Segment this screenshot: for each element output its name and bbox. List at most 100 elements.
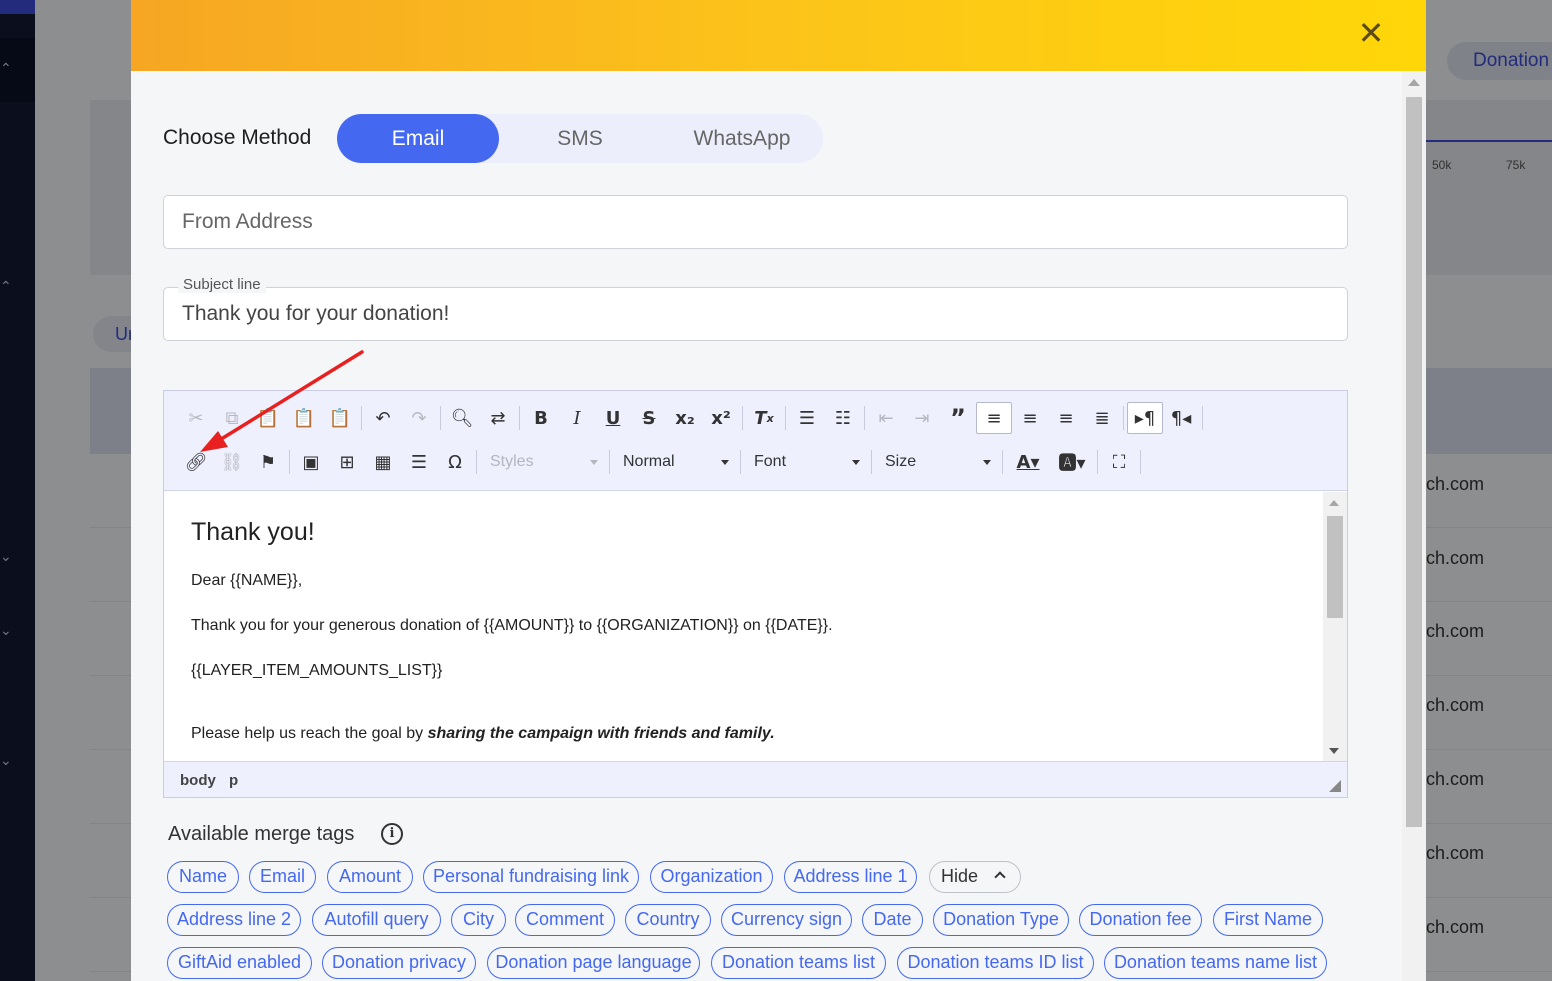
paste-icon[interactable]: 📋 — [250, 402, 286, 434]
close-icon[interactable]: ✕ — [1354, 16, 1388, 50]
merge-tag[interactable]: First Name — [1213, 904, 1323, 936]
merge-tag[interactable]: Donation privacy — [322, 947, 476, 979]
merge-tag[interactable]: Amount — [327, 861, 413, 893]
paste-text-icon[interactable]: 📋 — [286, 402, 322, 434]
ltr-icon[interactable]: ▸¶ — [1127, 402, 1163, 434]
merge-tag[interactable]: Autofill query — [312, 904, 441, 936]
resize-handle[interactable] — [1329, 780, 1341, 792]
email-help-emphasis: sharing the campaign with friends and fa… — [427, 725, 775, 742]
merge-tag[interactable]: Donation teams list — [711, 947, 886, 979]
template-icon[interactable]: ⊞ — [329, 446, 365, 478]
toolbar-separator — [740, 450, 741, 474]
undo-icon[interactable]: ↶ — [365, 402, 401, 434]
blockquote-icon[interactable]: ” — [940, 402, 976, 434]
paste-word-icon[interactable]: 📋 — [322, 402, 358, 434]
bulleted-list-icon[interactable]: ☷ — [825, 402, 861, 434]
path-body[interactable]: body — [180, 772, 216, 789]
merge-tag[interactable]: Address line 1 — [784, 861, 917, 893]
merge-tag[interactable]: City — [451, 904, 506, 936]
copy-icon[interactable]: ⧉ — [214, 402, 250, 434]
numbered-list-icon[interactable]: ☰ — [789, 402, 825, 434]
toolbar-row-1: ✂ ⧉ 📋 📋 📋 ↶ ↷ 🔍︎ ⇄ B I U S x₂ x² Tx ☰ ☷ … — [178, 402, 1206, 434]
method-whatsapp-button[interactable]: WhatsApp — [661, 114, 823, 163]
merge-tag[interactable]: Email — [249, 861, 316, 893]
redo-icon[interactable]: ↷ — [401, 402, 437, 434]
toolbar-separator — [785, 406, 786, 430]
link-icon[interactable]: 🔗︎ — [178, 446, 214, 478]
method-sms-button[interactable]: SMS — [499, 114, 661, 163]
editor-toolbar: ✂ ⧉ 📋 📋 📋 ↶ ↷ 🔍︎ ⇄ B I U S x₂ x² Tx ☰ ☷ … — [164, 391, 1347, 491]
size-dropdown-label: Size — [885, 453, 917, 470]
unlink-icon[interactable]: ⛓ — [214, 446, 250, 478]
hide-tags-button[interactable]: Hide — [929, 861, 1021, 893]
editor-document[interactable]: Thank you! Dear {{NAME}}, Thank you for … — [191, 518, 1311, 762]
scroll-up-arrow[interactable] — [1329, 500, 1339, 506]
merge-tag[interactable]: GiftAid enabled — [167, 947, 312, 979]
align-right-icon[interactable]: ≡ — [1048, 402, 1084, 434]
toolbar-separator — [864, 406, 865, 430]
superscript-icon[interactable]: x² — [703, 402, 739, 434]
align-left-icon[interactable]: ≡ — [976, 402, 1012, 434]
merge-tag[interactable]: Donation teams name list — [1104, 947, 1327, 979]
toolbar-separator — [1002, 450, 1003, 474]
scroll-up-arrow[interactable] — [1408, 79, 1420, 86]
strikethrough-icon[interactable]: S — [631, 402, 667, 434]
maximize-icon[interactable]: ⛶ — [1101, 446, 1137, 478]
decrease-indent-icon[interactable]: ⇤ — [868, 402, 904, 434]
method-toggle: Email SMS WhatsApp — [337, 114, 823, 163]
text-color-icon[interactable]: A▾ — [1006, 446, 1050, 478]
merge-tag[interactable]: Comment — [515, 904, 615, 936]
merge-tag[interactable]: Personal fundraising link — [423, 861, 639, 893]
subscript-icon[interactable]: x₂ — [667, 402, 703, 434]
toolbar-row-2: 🔗︎ ⛓ ⚑ ▣ ⊞ ▦ ☰ Ω Styles Normal Font Size… — [178, 446, 1144, 478]
merge-tag[interactable]: Organization — [650, 861, 773, 893]
chevron-down-icon — [590, 459, 598, 465]
toolbar-separator — [519, 406, 520, 430]
toolbar-separator — [440, 406, 441, 430]
info-icon[interactable]: i — [381, 823, 403, 845]
scrollbar-thumb[interactable] — [1406, 97, 1422, 827]
horizontal-line-icon[interactable]: ☰ — [401, 446, 437, 478]
merge-tag[interactable]: Country — [625, 904, 711, 936]
modal-scrollbar[interactable] — [1402, 71, 1426, 981]
merge-tag[interactable]: Date — [862, 904, 923, 936]
scroll-down-arrow[interactable] — [1329, 748, 1339, 754]
rtl-icon[interactable]: ¶◂ — [1163, 402, 1199, 434]
editor-content-area[interactable]: Thank you! Dear {{NAME}}, Thank you for … — [164, 492, 1347, 762]
editor-scrollbar[interactable] — [1323, 492, 1347, 762]
remove-format-icon[interactable]: Tx — [746, 402, 782, 434]
cut-icon[interactable]: ✂ — [178, 402, 214, 434]
align-center-icon[interactable]: ≡ — [1012, 402, 1048, 434]
subject-line-label: Subject line — [178, 276, 266, 293]
merge-tag[interactable]: Address line 2 — [167, 904, 301, 936]
merge-tag[interactable]: Donation page language — [487, 947, 700, 979]
editor-scrollbar-thumb[interactable] — [1327, 516, 1343, 618]
background-color-icon[interactable]: 🅰︎▾ — [1050, 446, 1094, 478]
size-dropdown[interactable]: Size — [875, 446, 999, 478]
image-icon[interactable]: ▣ — [293, 446, 329, 478]
table-icon[interactable]: ▦ — [365, 446, 401, 478]
special-char-icon[interactable]: Ω — [437, 446, 473, 478]
method-email-button[interactable]: Email — [337, 114, 499, 163]
increase-indent-icon[interactable]: ⇥ — [904, 402, 940, 434]
merge-tag[interactable]: Donation Type — [933, 904, 1069, 936]
merge-tag[interactable]: Donation teams ID list — [897, 947, 1094, 979]
replace-icon[interactable]: ⇄ — [480, 402, 516, 434]
styles-dropdown[interactable]: Styles — [480, 446, 606, 478]
anchor-icon[interactable]: ⚑ — [250, 446, 286, 478]
justify-icon[interactable]: ≣ — [1084, 402, 1120, 434]
font-dropdown[interactable]: Font — [744, 446, 868, 478]
path-p[interactable]: p — [229, 772, 238, 789]
from-address-input[interactable] — [164, 196, 1347, 248]
find-icon[interactable]: 🔍︎ — [444, 402, 480, 434]
merge-tag[interactable]: Donation fee — [1079, 904, 1202, 936]
toolbar-separator — [1202, 406, 1203, 430]
italic-icon[interactable]: I — [559, 402, 595, 434]
merge-tag[interactable]: Currency sign — [721, 904, 852, 936]
format-dropdown[interactable]: Normal — [613, 446, 737, 478]
underline-icon[interactable]: U — [595, 402, 631, 434]
bold-icon[interactable]: B — [523, 402, 559, 434]
merge-tag[interactable]: Name — [167, 861, 239, 893]
email-help-text: Please help us reach the goal by — [191, 725, 428, 742]
subject-line-input[interactable] — [164, 288, 1347, 340]
